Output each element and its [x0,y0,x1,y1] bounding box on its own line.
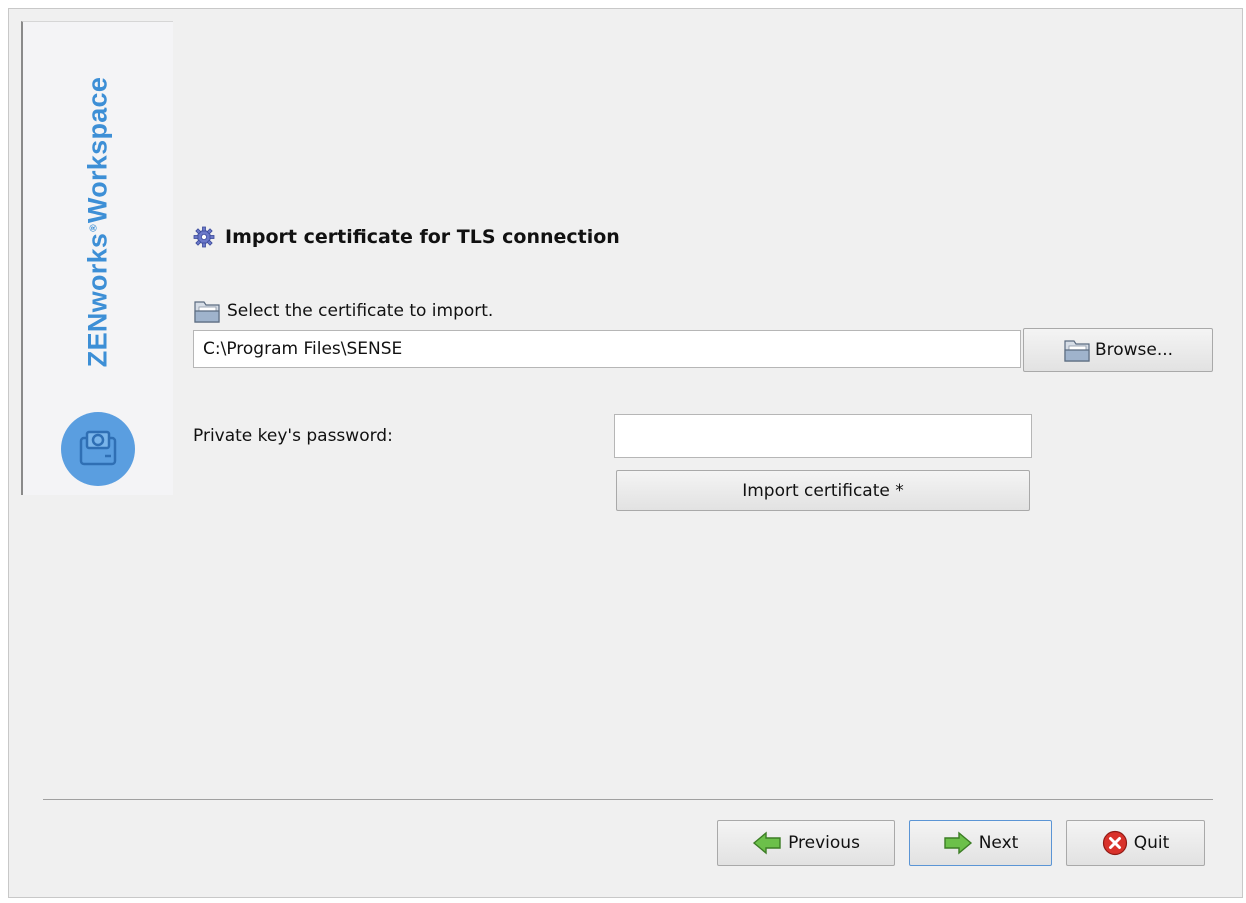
previous-button-label: Previous [788,833,860,853]
footer-divider [43,799,1213,800]
quit-button-label: Quit [1133,833,1170,853]
certificate-path-input[interactable] [193,330,1021,368]
folder-icon [1063,337,1091,363]
arrow-left-icon [752,831,781,855]
private-key-password-label: Private key's password: [193,426,393,446]
next-button[interactable]: Next [909,820,1052,866]
select-certificate-text: Select the certificate to import. [227,301,494,321]
side-banner: ZENworks®Workspace [21,21,173,495]
brand-name-part2: Workspace [82,76,113,224]
section-title: Import certificate for TLS connection [193,226,620,248]
brand-registered-mark: ® [88,224,100,232]
private-key-password-input[interactable] [614,414,1032,458]
browse-button[interactable]: Browse... [1023,328,1213,372]
select-certificate-label: Select the certificate to import. [193,298,493,324]
close-circle-icon [1102,830,1127,856]
import-certificate-button[interactable]: Import certificate * [616,470,1030,511]
brand-name-part1: ZENworks [82,232,113,368]
import-certificate-button-label: Import certificate * [742,480,904,501]
previous-button[interactable]: Previous [717,820,895,866]
section-title-text: Import certificate for TLS connection [225,226,620,248]
arrow-right-icon [943,831,972,855]
brand-wordmark: ZENworks®Workspace [83,77,114,367]
quit-button[interactable]: Quit [1066,820,1205,866]
next-button-label: Next [978,833,1019,853]
zenworks-logo-icon [61,412,135,486]
gear-icon [193,226,215,248]
folder-icon [193,298,221,324]
browse-button-label: Browse... [1094,340,1174,360]
